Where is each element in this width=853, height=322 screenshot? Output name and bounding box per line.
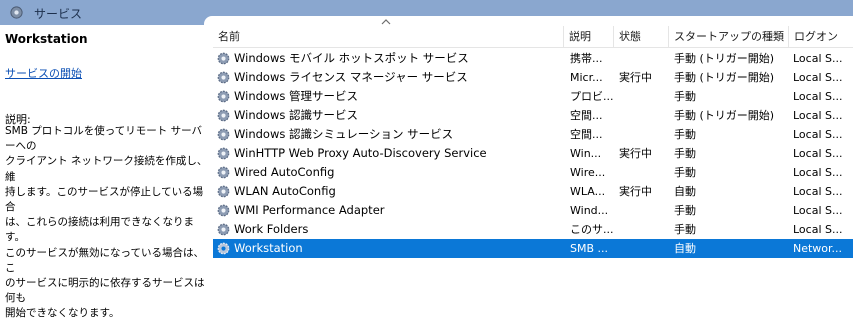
service-name: Wired AutoConfig: [234, 165, 335, 179]
service-startup-type: 手動: [674, 147, 696, 160]
service-state: [619, 220, 667, 239]
service-logon: Local S...: [793, 109, 843, 122]
table-row[interactable]: Windows 認識シミュレーション サービス 空間... 手動 Local S…: [213, 125, 853, 144]
service-gear-icon: [217, 147, 230, 160]
service-startup-type: 自動: [674, 185, 696, 198]
service-state: 実行中: [619, 185, 652, 198]
service-startup-type: 手動 (トリガー開始): [674, 52, 775, 65]
service-description: このサ...: [570, 223, 614, 236]
table-row[interactable]: Wired AutoConfig Wire... 手動 Local S...: [213, 163, 853, 182]
service-gear-icon: [217, 242, 230, 255]
service-startup-type: 手動: [674, 223, 696, 236]
service-rows: Windows モバイル ホットスポット サービス 携帯... 手動 (トリガー…: [213, 49, 853, 258]
start-service-link[interactable]: サービスの開始: [5, 65, 82, 81]
service-logon: Local S...: [793, 223, 843, 236]
service-name: Windows 認識シミュレーション サービス: [234, 127, 454, 141]
service-state: 実行中: [619, 71, 652, 84]
service-name: WLAN AutoConfig: [234, 184, 336, 198]
service-description: Win...: [570, 147, 602, 160]
service-logon: Local S...: [793, 52, 843, 65]
service-startup-type: 手動: [674, 166, 696, 179]
table-row[interactable]: Work Folders このサ... 手動 Local S...: [213, 220, 853, 239]
column-header-startup-type[interactable]: スタートアップの種類: [668, 26, 787, 47]
service-startup-type: 手動: [674, 128, 696, 141]
service-name: Workstation: [234, 241, 303, 255]
column-header-state[interactable]: 状態: [613, 26, 667, 47]
service-gear-icon: [217, 185, 230, 198]
service-description: Wind...: [570, 204, 609, 217]
column-header-name[interactable]: 名前: [213, 26, 562, 47]
service-description: WLA...: [570, 185, 606, 198]
service-gear-icon: [217, 90, 230, 103]
service-gear-icon: [217, 223, 230, 236]
service-name: Windows 管理サービス: [234, 89, 358, 103]
service-description: 空間...: [570, 128, 603, 141]
service-description: 携帯...: [570, 52, 603, 65]
service-state: [619, 125, 667, 144]
services-gear-icon: [10, 6, 23, 19]
service-state: [619, 106, 667, 125]
service-startup-type: 手動: [674, 204, 696, 217]
service-gear-icon: [217, 166, 230, 179]
service-startup-type: 自動: [674, 242, 696, 255]
table-row[interactable]: WinHTTP Web Proxy Auto-Discovery Service…: [213, 144, 853, 163]
service-state: [619, 201, 667, 220]
service-logon: Local S...: [793, 128, 843, 141]
service-description: プロビ...: [570, 90, 614, 103]
column-header-logon[interactable]: ログオン: [788, 26, 853, 47]
service-name: Work Folders: [234, 222, 309, 236]
service-name: WMI Performance Adapter: [234, 203, 385, 217]
table-row[interactable]: Windows 管理サービス プロビ... 手動 Local S...: [213, 87, 853, 106]
service-startup-type: 手動 (トリガー開始): [674, 71, 775, 84]
column-header-description[interactable]: 説明: [563, 26, 612, 47]
table-row-selected[interactable]: Workstation SMB ... 自動 Networ...: [213, 239, 853, 258]
window-title: サービス: [34, 7, 83, 21]
service-gear-icon: [217, 52, 230, 65]
service-name: WinHTTP Web Proxy Auto-Discovery Service: [234, 146, 487, 160]
service-logon: Local S...: [793, 90, 843, 103]
table-row[interactable]: Windows ライセンス マネージャー サービス Micr... 実行中 手動…: [213, 68, 853, 87]
column-header-row: 名前 説明 状態 スタートアップの種類 ログオン: [213, 26, 853, 48]
service-startup-type: 手動 (トリガー開始): [674, 109, 775, 122]
service-gear-icon: [217, 109, 230, 122]
table-row[interactable]: WLAN AutoConfig WLA... 実行中 自動 Local S...: [213, 182, 853, 201]
service-state: 実行中: [619, 147, 652, 160]
service-logon: Local S...: [793, 71, 843, 84]
service-name: Windows ライセンス マネージャー サービス: [234, 70, 468, 84]
service-name: Windows 認識サービス: [234, 108, 358, 122]
service-logon: Local S...: [793, 166, 843, 179]
service-state: [619, 239, 667, 258]
service-logon: Local S...: [793, 185, 843, 198]
table-row[interactable]: Windows 認識サービス 空間... 手動 (トリガー開始) Local S…: [213, 106, 853, 125]
service-gear-icon: [217, 71, 230, 84]
service-description: Micr...: [570, 71, 603, 84]
service-logon: Networ...: [793, 242, 843, 255]
service-state: [619, 49, 667, 68]
service-description: Wire...: [570, 166, 606, 179]
service-gear-icon: [217, 204, 230, 217]
service-description: 空間...: [570, 109, 603, 122]
extended-view-panel: Workstation サービスの開始 説明: SMB プロトコルを使ってリモー…: [0, 25, 212, 319]
service-startup-type: 手動: [674, 90, 696, 103]
selected-service-name: Workstation: [5, 32, 88, 46]
service-description: SMB ...: [570, 242, 609, 255]
service-logon: Local S...: [793, 204, 843, 217]
table-row[interactable]: Windows モバイル ホットスポット サービス 携帯... 手動 (トリガー…: [213, 49, 853, 68]
description-text: SMB プロトコルを使ってリモート サーバーへの クライアント ネットワーク接続…: [5, 125, 208, 320]
table-row[interactable]: WMI Performance Adapter Wind... 手動 Local…: [213, 201, 853, 220]
service-logon: Local S...: [793, 147, 843, 160]
service-name: Windows モバイル ホットスポット サービス: [234, 51, 469, 65]
service-state: [619, 163, 667, 182]
service-gear-icon: [217, 128, 230, 141]
service-state: [619, 87, 667, 106]
